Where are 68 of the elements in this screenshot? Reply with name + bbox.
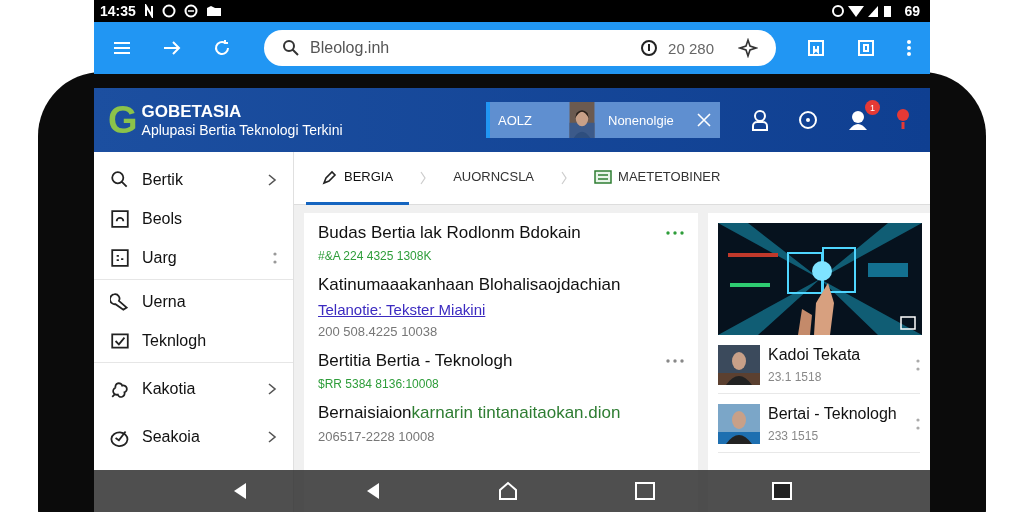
grid-icon [594,169,613,184]
square-icon[interactable] [771,482,792,500]
person-icon[interactable] [750,109,770,131]
recents-icon[interactable] [634,482,655,500]
article-text: Bernaisiaionkarnarin tintanaitaokan.dion [318,403,621,423]
separator-icon [560,170,569,186]
article-meta: #&A 224 4325 1308K [318,249,433,263]
user-icon[interactable] [846,108,870,132]
app-subtitle: Aplupasi Bertia Teknologi Terkini [141,122,343,138]
dial-icon [110,208,130,229]
n-icon [143,4,154,18]
news-date: 233 1515 [768,429,820,443]
home-icon[interactable] [498,481,518,501]
menu-icon[interactable] [112,40,132,56]
info-icon[interactable] [640,39,659,57]
article-date: 200 508.4225 10038 [318,324,439,339]
sidebar-item[interactable]: Bertik [94,160,293,199]
pen-icon [322,168,338,185]
sidebar-item[interactable]: Seakoia [94,413,293,461]
chevron-icon [267,172,277,187]
close-icon[interactable] [696,112,712,128]
banner-label: AOLZ [497,112,533,128]
app-title: GOBETASIA [141,102,243,122]
search-icon [110,169,130,190]
sparkle-icon[interactable] [738,38,758,58]
address-field[interactable]: Bleolog.inh 20 280 [264,30,776,66]
separator-icon [419,170,428,186]
more-icon[interactable] [273,250,277,265]
sidebar-item[interactable]: Kakotia [94,365,293,413]
sidebar-item[interactable]: Uarg [94,238,293,277]
news-title[interactable]: Bertai - Teknologh [768,405,897,423]
news-date: 23.1 1518 [768,370,823,384]
counter-text: 20 280 [668,39,714,57]
more-icon[interactable] [916,417,920,431]
cloud-icon [110,379,130,399]
banner-text: Nonenolgie [608,112,675,128]
tab[interactable]: MAETETOBINER [578,151,737,205]
target-icon[interactable] [796,108,820,132]
forward-icon[interactable] [162,40,182,56]
reload-icon[interactable] [212,38,232,58]
article-date: 206517-2228 10008 [318,429,436,444]
back-icon[interactable] [365,482,382,500]
bookmark-icon[interactable] [806,38,826,58]
search-icon [282,39,300,57]
logo-mark: G [108,101,138,139]
article-title[interactable]: Katinumaaakanhaan Blohalisaojdachian [318,275,621,295]
article-title[interactable]: Budas Bertia lak Rodlonm Bdokain [318,223,581,243]
article-link[interactable]: Telanotie: Tekster Miakini [318,301,486,318]
checkbox-icon [110,330,130,351]
tab[interactable]: BERGIA [306,151,410,205]
chevron-icon [267,382,277,396]
article-title[interactable]: Bertitia Bertia - Teknologh [318,351,513,371]
sidebar-item[interactable]: Beols [94,199,293,238]
tabs-icon[interactable] [856,38,876,58]
article-meta: $RR 5384 8136:10008 [318,377,440,391]
notification-badge: 1 [865,100,880,115]
tab[interactable]: AUORNCSLA [437,151,551,205]
sidebar-item[interactable]: Teknlogh [94,321,293,360]
sidebar-item[interactable]: Uerna [94,282,293,321]
status-time: 14:35 [100,3,136,19]
more-icon[interactable] [666,359,684,363]
more-icon[interactable] [916,358,920,372]
more-icon[interactable] [666,231,684,235]
more-icon[interactable] [906,38,912,58]
news-title[interactable]: Kadoi Tekata [768,346,861,364]
back-icon[interactable] [232,482,249,500]
battery-level: 69 [904,3,920,19]
chevron-icon [267,430,277,444]
